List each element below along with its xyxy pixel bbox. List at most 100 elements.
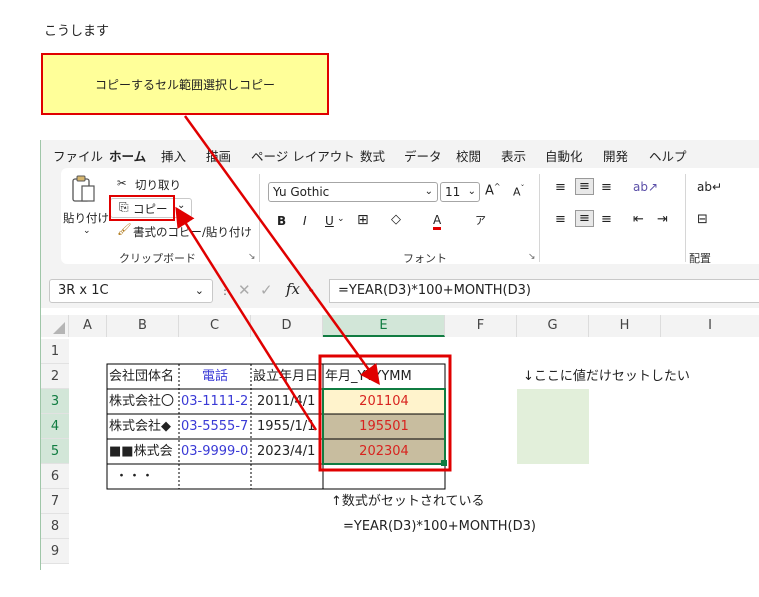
row-header-9[interactable]: 9 <box>41 539 69 564</box>
tab-home[interactable]: ホーム <box>109 146 147 168</box>
chevron-down-icon: ⌄ <box>467 186 476 197</box>
chevron-down-icon[interactable]: ⌄ <box>337 214 345 224</box>
paste-button[interactable]: 貼り付け <box>63 210 109 226</box>
orientation-icon[interactable]: ab↗ <box>633 180 658 194</box>
table-header-company[interactable]: 会社団体名 <box>107 364 179 389</box>
wrap-text-icon[interactable]: ab↵ <box>697 180 722 194</box>
underline-icon[interactable]: U <box>325 214 334 228</box>
tab-review[interactable]: 校閲 <box>456 146 481 165</box>
align-bottom-icon[interactable]: ≡ <box>601 180 612 195</box>
decrease-indent-icon[interactable]: ⇤ <box>633 212 644 227</box>
tab-data[interactable]: データ <box>404 146 442 165</box>
cancel-icon[interactable]: ✕ <box>238 281 251 299</box>
table-cell[interactable]: ・・・ <box>107 464 179 489</box>
align-left-icon[interactable]: ≡ <box>555 212 566 227</box>
row-header-2[interactable]: 2 <box>41 364 69 389</box>
column-header-a[interactable]: A <box>69 315 107 337</box>
font-name-select[interactable]: Yu Gothic ⌄ <box>268 182 438 202</box>
clipboard-launcher-icon[interactable]: ↘ <box>248 252 256 262</box>
increase-font-icon[interactable]: A^ <box>485 182 501 198</box>
table-cell[interactable]: 03-5555-7 <box>179 414 251 439</box>
cut-button[interactable]: 切り取り <box>135 177 181 193</box>
table-cell[interactable]: 株式会社〇 <box>107 389 179 414</box>
tab-automate[interactable]: 自動化 <box>545 146 583 165</box>
table-header-founded[interactable]: 設立年月日 <box>251 364 323 389</box>
copy-dropdown-icon[interactable]: ⌄ <box>177 200 185 211</box>
font-size-select[interactable]: 11 ⌄ <box>440 182 480 202</box>
table-cell[interactable]: 03-9999-0 <box>179 439 251 464</box>
decrease-font-icon[interactable]: Aˇ <box>513 184 525 199</box>
column-header-d[interactable]: D <box>251 315 323 337</box>
formula-bar: 3R x 1C ⌄ ⋮ ✕ ✓ fx ⌄ =YEAR(D3)*100+MONTH… <box>41 268 759 308</box>
table-cell[interactable]: 201104 <box>323 389 445 414</box>
insert-function-button[interactable]: fx <box>286 280 300 298</box>
column-header-i[interactable]: I <box>661 315 759 337</box>
tab-developer[interactable]: 開発 <box>603 146 628 165</box>
chevron-down-icon[interactable]: ⌄ <box>195 280 204 302</box>
format-painter-icon[interactable]: 🖌 <box>117 222 132 236</box>
table-cell[interactable]: ■■株式会 <box>107 439 179 464</box>
formula-input[interactable]: =YEAR(D3)*100+MONTH(D3) <box>329 279 759 303</box>
table-cell[interactable]: 1955/1/1 <box>251 414 323 439</box>
align-right-icon[interactable]: ≡ <box>601 212 612 227</box>
align-center-icon[interactable]: ≡ <box>575 210 594 227</box>
select-all-corner[interactable] <box>41 315 69 337</box>
row-header-4[interactable]: 4 <box>41 414 69 439</box>
group-divider <box>685 174 686 262</box>
tab-draw[interactable]: 描画 <box>206 146 231 165</box>
fill-color-icon[interactable]: ◇ <box>391 212 401 227</box>
table-header-phone[interactable]: 電話 <box>179 364 251 389</box>
tab-insert[interactable]: 挿入 <box>161 146 186 165</box>
align-middle-icon[interactable]: ≡ <box>575 178 594 195</box>
row-header-7[interactable]: 7 <box>41 489 69 514</box>
tab-view[interactable]: 表示 <box>501 146 526 165</box>
font-color-icon[interactable]: A <box>433 213 442 230</box>
more-options-icon[interactable]: ⋮ <box>219 283 231 297</box>
table-cell[interactable]: 2023/4/1 <box>251 439 323 464</box>
phonetic-icon[interactable]: ア <box>475 212 486 228</box>
row-header-1[interactable]: 1 <box>41 339 69 364</box>
enter-icon[interactable]: ✓ <box>260 281 273 299</box>
column-header-e[interactable]: E <box>323 315 445 337</box>
bold-icon[interactable]: B <box>277 214 286 228</box>
column-header-h[interactable]: H <box>589 315 661 337</box>
merge-center-icon[interactable]: ⊟ <box>697 212 708 227</box>
table-cell[interactable]: 03-1111-2 <box>179 389 251 414</box>
table-cell[interactable]: 195501 <box>323 414 445 439</box>
table-cell[interactable]: 2011/4/1 <box>251 389 323 414</box>
row-header-6[interactable]: 6 <box>41 464 69 489</box>
column-header-c[interactable]: C <box>179 315 251 337</box>
note-paste-target: ↓ここに値だけセットしたい <box>523 369 690 384</box>
align-top-icon[interactable]: ≡ <box>555 180 566 195</box>
italic-icon[interactable]: I <box>303 214 307 228</box>
font-launcher-icon[interactable]: ↘ <box>528 252 536 262</box>
column-header-g[interactable]: G <box>517 315 589 337</box>
row-header-8[interactable]: 8 <box>41 514 69 539</box>
paste-icon[interactable] <box>71 174 97 207</box>
column-header-b[interactable]: B <box>107 315 179 337</box>
paste-dropdown-icon[interactable]: ⌄ <box>83 226 91 236</box>
table-cell[interactable]: 株式会社◆ <box>107 414 179 439</box>
instruction-callout: コピーするセル範囲選択しコピー <box>41 53 329 115</box>
alignment-group-label: 配置 <box>689 252 711 265</box>
tab-page-layout[interactable]: ページ レイアウト <box>251 146 355 165</box>
paste-target-area <box>517 389 589 464</box>
tab-help[interactable]: ヘルプ <box>649 146 687 165</box>
tab-formulas[interactable]: 数式 <box>360 146 385 165</box>
clipboard-group-label: クリップボード <box>119 252 196 265</box>
tab-file[interactable]: ファイル <box>53 146 103 165</box>
chevron-down-icon: ⌄ <box>424 186 433 197</box>
column-header-f[interactable]: F <box>445 315 517 337</box>
intro-text: こうします <box>44 24 110 39</box>
borders-icon[interactable]: ⊞ <box>357 212 369 228</box>
row-header-5[interactable]: 5 <box>41 439 69 464</box>
row-header-3[interactable]: 3 <box>41 389 69 414</box>
note-formula-set: ↑数式がセットされている <box>331 494 485 509</box>
name-box[interactable]: 3R x 1C ⌄ <box>49 279 213 303</box>
chevron-down-icon[interactable]: ⌄ <box>307 284 315 295</box>
table-cell[interactable]: 202304 <box>323 439 445 464</box>
cut-icon[interactable]: ✂ <box>117 176 127 190</box>
table-header-yyyymm[interactable]: 年月_YYYYMM <box>323 364 445 389</box>
format-painter-button[interactable]: 書式のコピー/貼り付け <box>133 224 252 240</box>
increase-indent-icon[interactable]: ⇥ <box>657 212 668 227</box>
